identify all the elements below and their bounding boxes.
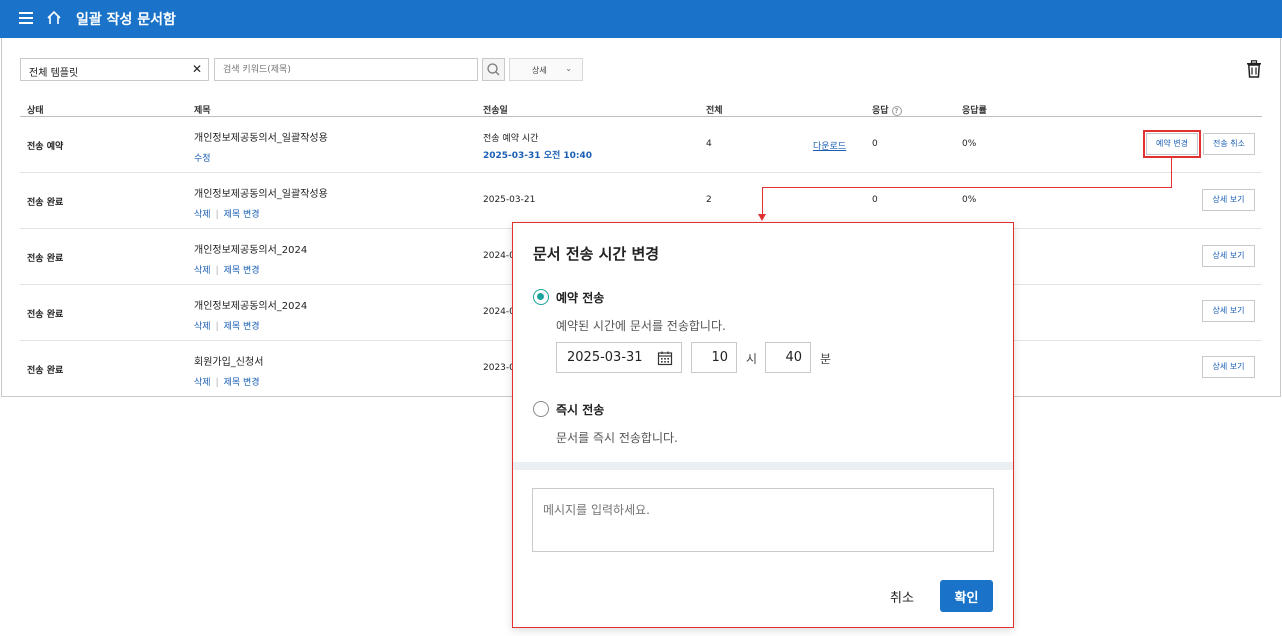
immediate-send-label[interactable]: 즉시 전송 [556,401,604,418]
separator: | [215,322,219,332]
view-details-button[interactable]: 상세 보기 [1202,356,1255,378]
immediate-send-description: 문서를 즉시 전송합니다. [556,431,678,445]
view-details-button[interactable]: 상세 보기 [1202,300,1255,322]
row-sent-date: 2025-03-21 [483,195,536,205]
row-sent-date: 2024-0 [483,307,515,317]
row-divider [20,172,1262,173]
row-actions: 삭제 | 제목 변경 [194,207,260,220]
row-title: 개인정보제공동의서_일괄작성용 [194,133,328,144]
delete-link[interactable]: 삭제 [194,378,211,388]
date-value: 2025-03-31 [567,350,643,365]
column-header-response-rate: 응답률 [962,106,987,116]
download-link[interactable]: 다운로드 [813,139,846,152]
change-schedule-button[interactable]: 예약 변경 [1143,130,1201,158]
row-title: 회원가입_신청서 [194,357,264,368]
page-title: 일괄 작성 문서함 [76,12,176,28]
view-details-button[interactable]: 상세 보기 [1202,189,1255,211]
hour-unit: 시 [746,352,758,366]
scheduled-send-description: 예약된 시간에 문서를 전송합니다. [556,319,726,333]
help-icon[interactable]: ? [891,105,902,116]
date-field[interactable]: 2025-03-31 [556,342,682,373]
delete-link[interactable]: 삭제 [194,210,211,220]
callout-line [762,187,763,215]
delete-link[interactable]: 삭제 [194,322,211,332]
scheduled-send-label[interactable]: 예약 전송 [556,289,604,306]
row-sent-date: 2025-03-31 오전 10:40 [483,151,593,161]
callout-line [1171,157,1172,188]
row-actions: 삭제 | 제목 변경 [194,263,260,276]
delete-link[interactable]: 삭제 [194,266,211,276]
dialog-title: 문서 전송 시간 변경 [533,245,660,263]
view-details-button[interactable]: 상세 보기 [1202,245,1255,267]
schedule-change-dialog: 문서 전송 시간 변경 예약 전송 예약된 시간에 문서를 전송합니다. 202… [512,222,1014,628]
search-input[interactable] [214,58,478,81]
row-response-rate: 0% [962,139,977,149]
row-response: 0 [872,139,878,149]
chevron-down-icon: ⌄ [565,64,572,73]
separator: | [215,378,219,388]
table-header-divider [20,116,1262,117]
rename-link[interactable]: 제목 변경 [224,322,260,332]
scheduled-send-radio[interactable] [533,289,549,305]
row-title: 개인정보제공동의서_2024 [194,301,308,312]
rename-link[interactable]: 제목 변경 [224,378,260,388]
confirm-button[interactable]: 확인 [940,580,993,612]
row-total: 4 [706,139,712,149]
cancel-send-button[interactable]: 전송 취소 [1203,133,1255,155]
rename-link[interactable]: 제목 변경 [224,266,260,276]
search-button[interactable] [482,58,505,81]
row-status: 전송 완료 [27,310,64,320]
template-select[interactable]: 전체 템플릿 ✕ [20,58,209,81]
row-title: 개인정보제공동의서_일괄작성용 [194,189,328,200]
message-input[interactable] [532,488,994,552]
separator: | [215,210,219,220]
row-status: 전송 완료 [27,254,64,264]
rename-link[interactable]: 제목 변경 [224,210,260,220]
callout-line [762,187,1172,188]
column-header-title: 제목 [194,106,211,116]
row-actions: 수정 [194,151,211,164]
minute-unit: 분 [820,352,832,366]
detail-dropdown[interactable]: 상세 ⌄ [509,58,583,81]
trash-icon[interactable] [1246,60,1262,78]
column-header-response-label: 응답 [872,106,889,116]
column-header-sent-date: 전송일 [483,106,508,116]
edit-link[interactable]: 수정 [194,154,211,164]
calendar-icon[interactable] [657,350,673,366]
row-title: 개인정보제공동의서_2024 [194,245,308,256]
row-actions: 삭제 | 제목 변경 [194,375,260,388]
row-response: 0 [872,195,878,205]
row-status: 전송 완료 [27,198,64,208]
row-sent-label: 전송 예약 시간 [483,134,539,144]
search-icon [487,63,500,76]
hour-field[interactable]: 10 [691,342,737,373]
row-status: 전송 예약 [27,142,64,152]
row-status: 전송 완료 [27,366,64,376]
row-total: 2 [706,195,712,205]
minute-field[interactable]: 40 [765,342,811,373]
separator: | [215,266,219,276]
menu-icon[interactable] [19,12,33,24]
row-response-rate: 0% [962,195,977,205]
immediate-send-radio[interactable] [533,401,549,417]
column-header-response: 응답? [872,103,902,116]
callout-arrow [758,214,766,221]
row-actions: 삭제 | 제목 변경 [194,319,260,332]
home-icon[interactable] [45,9,63,27]
column-header-total: 전체 [706,106,723,116]
app-header: 일괄 작성 문서함 [0,0,1282,38]
section-divider [513,462,1013,470]
row-sent-date: 2024-0 [483,251,515,261]
template-select-value: 전체 템플릿 [29,68,79,79]
detail-dropdown-label: 상세 [532,66,547,75]
column-header-status: 상태 [27,106,44,116]
clear-icon[interactable]: ✕ [192,62,202,76]
row-sent-date: 2023-0 [483,363,515,373]
cancel-button[interactable]: 취소 [890,587,914,606]
